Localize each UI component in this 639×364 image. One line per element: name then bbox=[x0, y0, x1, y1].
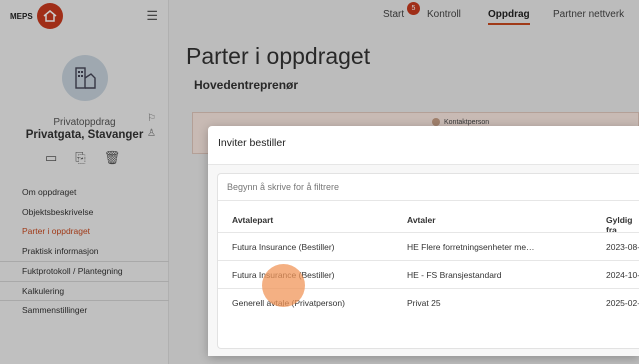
agreements-table: Begynn å skrive for å filtrere Avtalepar… bbox=[217, 173, 639, 349]
modal-title: Inviter bestiller bbox=[208, 126, 639, 165]
modal-body: Begynn å skrive for å filtrere Avtalepar… bbox=[208, 165, 639, 356]
cell-party: Futura Insurance (Bestiller) bbox=[232, 242, 335, 252]
cell-valid-from: 2025-02-11 bbox=[606, 298, 639, 308]
cell-valid-from: 2024-10-02 bbox=[606, 270, 639, 280]
invite-orderer-modal: Inviter bestiller Begynn å skrive for å … bbox=[208, 126, 639, 356]
click-indicator bbox=[262, 264, 305, 307]
cell-agreement: HE - FS Bransjestandard bbox=[407, 270, 502, 280]
cell-agreement: Privat 25 bbox=[407, 298, 441, 308]
filter-input[interactable]: Begynn å skrive for å filtrere bbox=[218, 174, 639, 201]
cell-agreement: HE Flere forretningsenheter me… bbox=[407, 242, 535, 252]
column-header-avtaler: Avtaler bbox=[407, 215, 436, 225]
cell-valid-from: 2023-08-21 bbox=[606, 242, 639, 252]
table-row[interactable]: Futura Insurance (Bestiller) HE Flere fo… bbox=[218, 232, 639, 260]
column-header-avtalepart: Avtalepart bbox=[232, 215, 274, 225]
